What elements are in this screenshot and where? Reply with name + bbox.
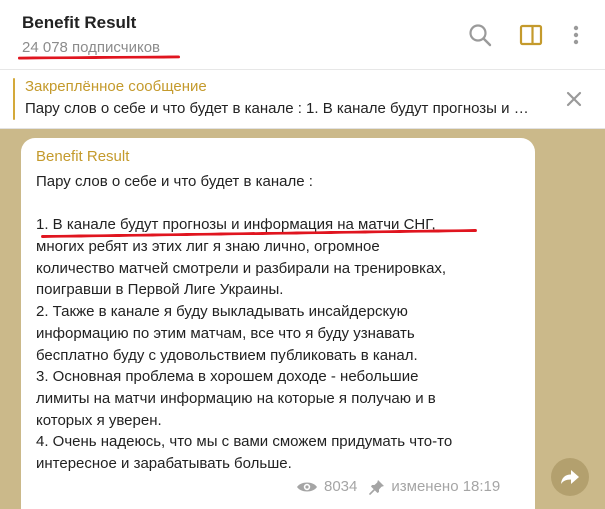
message-line: бесплатно буду с удовольствием публикова… xyxy=(36,346,418,364)
message-line: интересное и зарабатывать больше. xyxy=(36,454,292,472)
message-line: Пару слов о себе и что будет в канале : xyxy=(36,173,313,190)
pinned-preview: Пару слов о себе и что будет в канале : … xyxy=(25,100,535,117)
message-line: многих ребят из этих лиг я знаю лично, о… xyxy=(36,238,380,256)
message-line: 3. Основная проблема в хорошем доходе - … xyxy=(36,368,419,386)
more-vertical-icon[interactable] xyxy=(563,22,589,48)
message-line: информацию по этим матчам, все что я буд… xyxy=(36,324,415,342)
pinned-accent-bar xyxy=(13,78,15,120)
message-author[interactable]: Benefit Result xyxy=(36,148,129,165)
chat-header: Benefit Result 24 078 подписчиков xyxy=(0,0,605,70)
eye-icon xyxy=(297,482,317,491)
edited-timestamp: изменено 18:19 xyxy=(391,478,501,495)
message-line: которых я уверен. xyxy=(36,411,162,429)
message-line: поигравши в Первой Лиге Украины. xyxy=(36,281,284,299)
message-line xyxy=(36,193,524,215)
sidebar-toggle-icon[interactable] xyxy=(518,22,544,48)
message-line: 2. Также в канале я буду выкладывать инс… xyxy=(36,303,408,321)
pin-icon xyxy=(369,479,385,495)
message-text: Пару слов о себе и что будет в канале :1… xyxy=(36,171,524,475)
pinned-title: Закреплённое сообщение xyxy=(25,78,207,95)
share-button[interactable] xyxy=(551,458,589,496)
subscriber-count: 24 078 подписчиков xyxy=(22,39,161,56)
pinned-message-bar[interactable]: Закреплённое сообщение Пару слов о себе … xyxy=(0,70,605,129)
channel-title[interactable]: Benefit Result xyxy=(22,13,136,33)
annotation-underline xyxy=(17,55,181,60)
close-icon[interactable] xyxy=(563,88,585,110)
share-icon xyxy=(561,470,579,484)
message-line: 4. Очень надеюсь, что мы с вами сможем п… xyxy=(36,433,453,451)
view-count: 8034 xyxy=(324,478,358,495)
message-bubble[interactable]: Benefit Result Пару слов о себе и что бу… xyxy=(21,138,535,509)
message-meta: 8034 изменено 18:19 xyxy=(296,478,500,495)
message-line: лимиты на матчи информацию на которые я … xyxy=(36,389,436,407)
search-icon[interactable] xyxy=(467,22,493,48)
message-line: количество матчей смотрели и разбирали н… xyxy=(36,259,447,277)
